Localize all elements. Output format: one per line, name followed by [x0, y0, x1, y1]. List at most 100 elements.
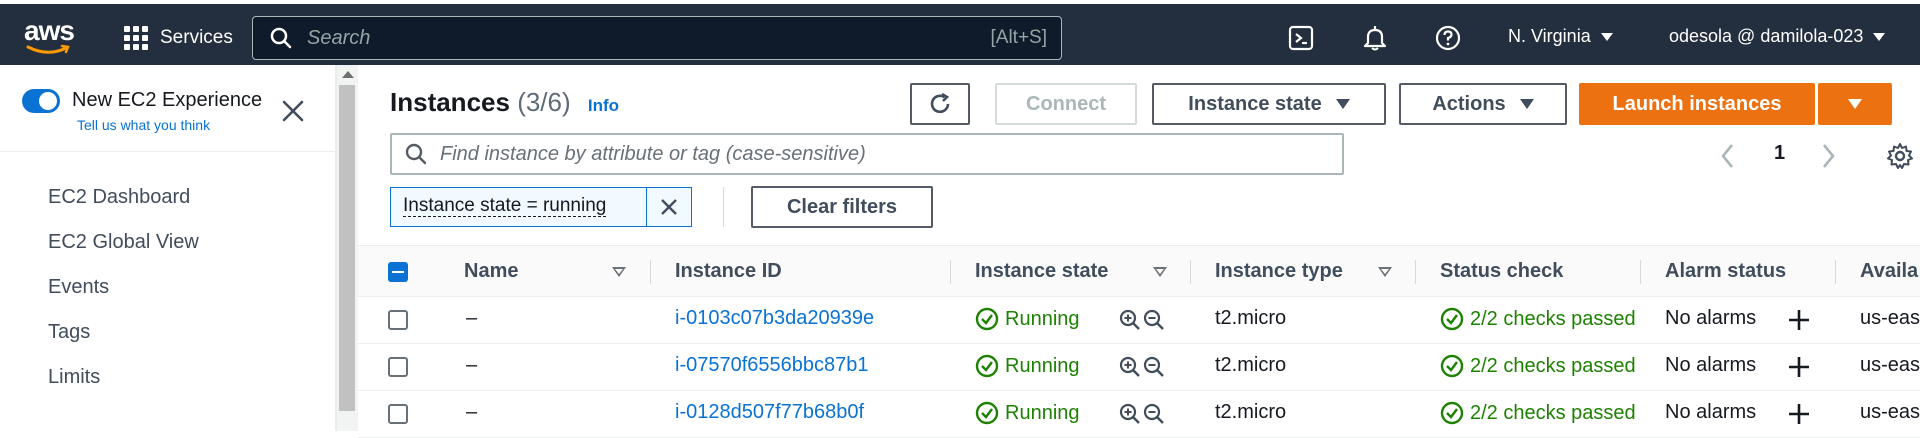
- add-alarm-icon[interactable]: [1787, 402, 1811, 426]
- cell-instance-type: t2.micro: [1215, 401, 1287, 423]
- row-checkbox[interactable]: [388, 310, 408, 330]
- sort-icon[interactable]: [1378, 267, 1392, 277]
- sidebar-item-tags[interactable]: Tags: [48, 318, 199, 363]
- sidebar-item-limits[interactable]: Limits: [48, 363, 199, 408]
- filter-token-label[interactable]: Instance state = running: [403, 195, 607, 217]
- sidebar-scrollbar[interactable]: [336, 65, 358, 431]
- connect-button[interactable]: Connect: [995, 83, 1137, 125]
- sidebar-item-ec2-dashboard[interactable]: EC2 Dashboard: [48, 183, 199, 228]
- token-separator: [723, 187, 724, 227]
- close-icon[interactable]: [280, 98, 306, 124]
- add-alarm-icon[interactable]: [1787, 355, 1811, 379]
- filter-placeholder: Find instance by attribute or tag (case-…: [440, 142, 866, 165]
- column-header-instance-state[interactable]: Instance state: [975, 260, 1108, 283]
- zoom-in-icon[interactable]: [1118, 355, 1142, 379]
- gear-icon[interactable]: [1886, 142, 1914, 170]
- account-menu[interactable]: odesola @ damilola-023: [1669, 26, 1886, 47]
- services-label: Services: [160, 27, 233, 48]
- refresh-button[interactable]: [910, 83, 970, 125]
- launch-instances-button[interactable]: Launch instances: [1579, 83, 1815, 125]
- cell-alarm-status: No alarms: [1665, 354, 1757, 376]
- region-selector[interactable]: N. Virginia: [1508, 26, 1613, 47]
- cell-status-check: 2/2 checks passed: [1440, 401, 1636, 425]
- instance-filter-input[interactable]: Find instance by attribute or tag (case-…: [390, 133, 1344, 175]
- zoom-controls: [1118, 355, 1166, 379]
- column-separator[interactable]: [950, 260, 951, 284]
- column-header-instance-id[interactable]: Instance ID: [675, 260, 782, 283]
- bell-icon[interactable]: [1361, 24, 1389, 52]
- feedback-link[interactable]: Tell us what you think: [77, 117, 210, 133]
- add-alarm-icon[interactable]: [1787, 308, 1811, 332]
- cell-name: –: [466, 354, 478, 376]
- chevron-left-icon[interactable]: [1718, 141, 1738, 171]
- select-all-checkbox[interactable]: [388, 262, 408, 282]
- column-separator[interactable]: [1190, 260, 1191, 284]
- global-search-input[interactable]: Search [Alt+S]: [252, 16, 1062, 60]
- region-label: N. Virginia: [1508, 26, 1591, 46]
- search-placeholder: Search: [307, 26, 371, 49]
- column-separator[interactable]: [650, 260, 651, 284]
- sidebar-divider: [0, 151, 336, 152]
- help-icon[interactable]: [1434, 24, 1462, 52]
- close-icon: [661, 199, 677, 215]
- cell-instance-id[interactable]: i-07570f6556bbc87b1: [675, 354, 869, 377]
- remove-filter-button[interactable]: [647, 188, 691, 226]
- cell-instance-type: t2.micro: [1215, 354, 1287, 376]
- caret-down-icon: [1600, 32, 1613, 41]
- cell-instance-id[interactable]: i-0128d507f77b68b0f: [675, 401, 864, 424]
- sidebar-item-events[interactable]: Events: [48, 273, 199, 318]
- column-header-alarm-status[interactable]: Alarm status: [1665, 260, 1786, 283]
- filter-token[interactable]: Instance state = running: [390, 187, 692, 227]
- pagination: 1: [1718, 139, 1918, 173]
- scrollbar-thumb[interactable]: [339, 85, 355, 411]
- table-row[interactable]: – i-07570f6556bbc87b1 Running t2.micro 2…: [358, 344, 1920, 391]
- column-separator[interactable]: [1640, 260, 1641, 284]
- state-label: Running: [1005, 307, 1080, 330]
- refresh-icon: [930, 92, 950, 114]
- scroll-up-arrow-icon[interactable]: [342, 71, 354, 78]
- row-checkbox[interactable]: [388, 357, 408, 377]
- sort-icon[interactable]: [1153, 267, 1167, 277]
- zoom-out-icon[interactable]: [1142, 355, 1166, 379]
- caret-down-icon: [1848, 99, 1862, 109]
- check-circle-icon: [975, 307, 999, 331]
- status-check-label: 2/2 checks passed: [1470, 307, 1636, 330]
- column-header-name[interactable]: Name: [464, 260, 518, 283]
- cloudshell-icon[interactable]: [1287, 24, 1315, 52]
- actions-dropdown[interactable]: Actions: [1399, 83, 1567, 125]
- caret-down-icon: [1335, 99, 1350, 109]
- page-title: Instances (3/6) Info: [390, 87, 619, 118]
- new-experience-toggle-row: New EC2 Experience Tell us what you thin…: [22, 87, 322, 147]
- new-experience-toggle[interactable]: [22, 89, 60, 113]
- actions-label: Actions: [1432, 92, 1506, 115]
- cell-status-check: 2/2 checks passed: [1440, 307, 1636, 331]
- services-menu[interactable]: Services: [124, 24, 233, 52]
- cell-instance-id[interactable]: i-0103c07b3da20939e: [675, 307, 874, 330]
- column-header-availability-zone[interactable]: Availa: [1860, 260, 1918, 283]
- column-header-status-check[interactable]: Status check: [1440, 260, 1563, 283]
- table-row[interactable]: – i-0103c07b3da20939e Running t2.micro 2…: [358, 297, 1920, 344]
- aws-logo[interactable]: aws: [24, 17, 76, 58]
- column-separator[interactable]: [1415, 260, 1416, 284]
- check-circle-icon: [1440, 307, 1464, 331]
- row-checkbox[interactable]: [388, 404, 408, 424]
- launch-options-dropdown[interactable]: [1818, 83, 1892, 125]
- zoom-in-icon[interactable]: [1118, 402, 1142, 426]
- cell-name: –: [466, 307, 478, 329]
- cell-availability-zone: us-eas: [1860, 307, 1920, 329]
- clear-filters-button[interactable]: Clear filters: [751, 186, 933, 228]
- zoom-out-icon[interactable]: [1142, 308, 1166, 332]
- cell-availability-zone: us-eas: [1860, 354, 1920, 376]
- column-header-instance-type[interactable]: Instance type: [1215, 260, 1343, 283]
- toggle-label: New EC2 Experience: [72, 89, 263, 111]
- column-separator[interactable]: [1835, 260, 1836, 284]
- zoom-out-icon[interactable]: [1142, 402, 1166, 426]
- sidebar-item-ec2-global-view[interactable]: EC2 Global View: [48, 228, 199, 273]
- zoom-in-icon[interactable]: [1118, 308, 1142, 332]
- sort-icon[interactable]: [612, 267, 626, 277]
- info-link[interactable]: Info: [588, 96, 619, 115]
- chevron-right-icon[interactable]: [1818, 141, 1838, 171]
- search-shortcut: [Alt+S]: [990, 27, 1048, 48]
- page-number[interactable]: 1: [1774, 142, 1785, 165]
- instance-state-dropdown[interactable]: Instance state: [1152, 83, 1386, 125]
